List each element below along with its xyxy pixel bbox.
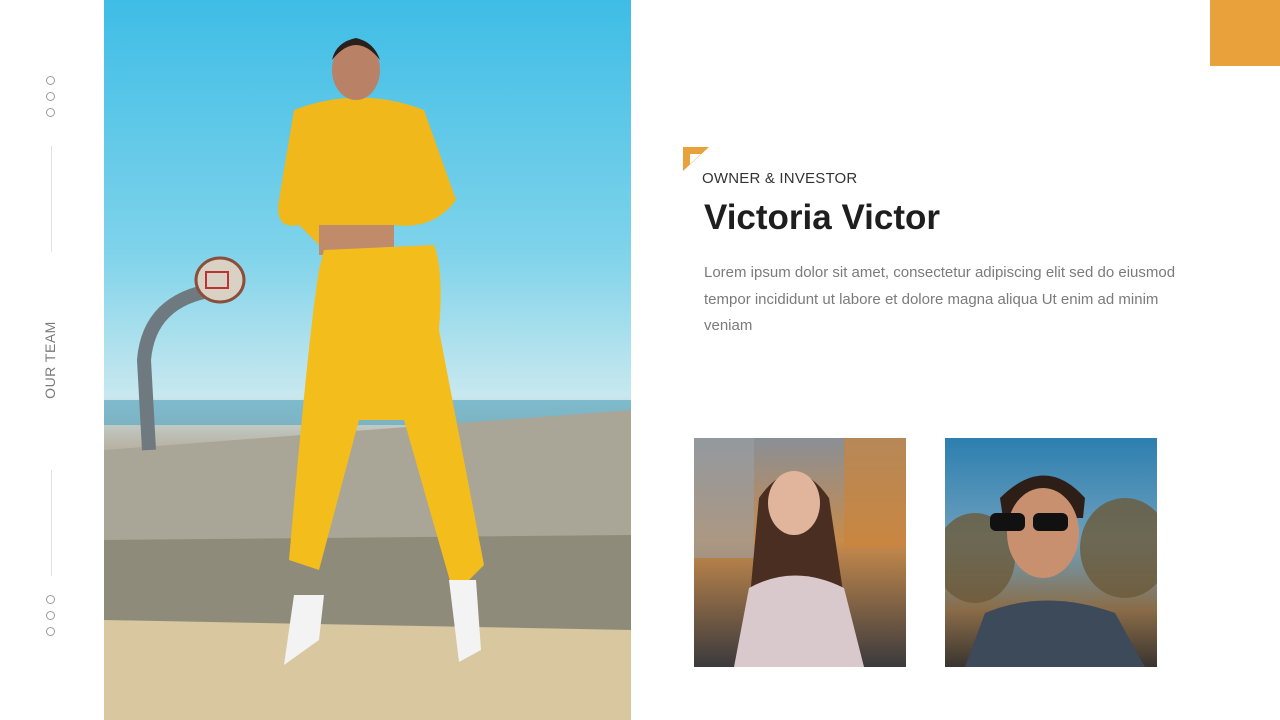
dot-icon (46, 611, 55, 620)
profile-description: Lorem ipsum dolor sit amet, consectetur … (704, 264, 1176, 334)
decorative-dots-bottom (46, 595, 55, 636)
profile-name: Victoria Victor (704, 198, 941, 237)
section-label: OUR TEAM (42, 321, 58, 399)
rail-divider-bottom (51, 470, 52, 576)
dot-icon (46, 92, 55, 101)
corner-accent (1210, 0, 1280, 66)
dot-icon (46, 76, 55, 85)
accent-flag-inner (690, 154, 701, 164)
team-photo-man (945, 438, 1157, 667)
dot-icon (46, 108, 55, 117)
hero-illustration (104, 38, 631, 720)
woman-illustration (694, 438, 906, 667)
decorative-dots-top (46, 76, 55, 117)
side-rail: OUR TEAM (0, 0, 104, 720)
dot-icon (46, 627, 55, 636)
dot-icon (46, 595, 55, 604)
team-photo-woman (694, 438, 906, 667)
man-illustration (945, 475, 1157, 667)
hero-photo (104, 0, 631, 720)
rail-divider-top (51, 146, 52, 252)
profile-role: OWNER & INVESTOR (702, 170, 858, 187)
